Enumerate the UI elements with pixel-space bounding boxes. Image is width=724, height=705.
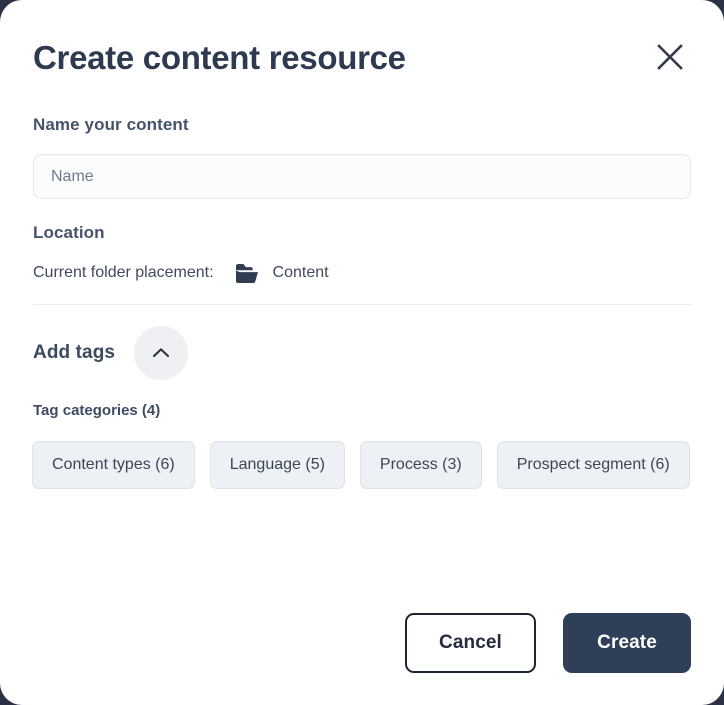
close-icon[interactable] <box>646 33 694 81</box>
tag-category-chip[interactable]: Content types (6) <box>32 441 195 489</box>
section-divider <box>33 304 692 305</box>
dialog-header: Create content resource <box>33 30 694 86</box>
chevron-up-icon[interactable] <box>134 326 189 380</box>
page-title: Create content resource <box>33 39 406 76</box>
current-folder-caption: Current folder placement: <box>33 264 214 281</box>
name-field-label: Name your content <box>33 115 189 134</box>
add-tags-title: Add tags <box>33 342 116 363</box>
current-folder-row: Current folder placement: Content <box>33 261 329 285</box>
cancel-button[interactable]: Cancel <box>405 613 536 673</box>
dialog-footer: Cancel Create <box>33 613 691 673</box>
location-section-label: Location <box>33 223 105 242</box>
tag-categories-label: Tag categories (4) <box>33 402 161 419</box>
create-content-resource-dialog: Create content resource Name your conten… <box>0 0 724 705</box>
folder-open-icon <box>235 263 259 284</box>
current-folder-name: Content <box>272 264 329 281</box>
tag-category-chip[interactable]: Prospect segment (6) <box>496 441 690 489</box>
tag-category-chip[interactable]: Process (3) <box>359 441 482 489</box>
tag-category-chip[interactable]: Language (5) <box>209 441 345 489</box>
add-tags-header: Add tags <box>33 326 189 380</box>
name-input[interactable] <box>33 154 691 199</box>
tag-category-list: Content types (6) Language (5) Process (… <box>32 441 692 489</box>
create-button[interactable]: Create <box>563 613 691 673</box>
